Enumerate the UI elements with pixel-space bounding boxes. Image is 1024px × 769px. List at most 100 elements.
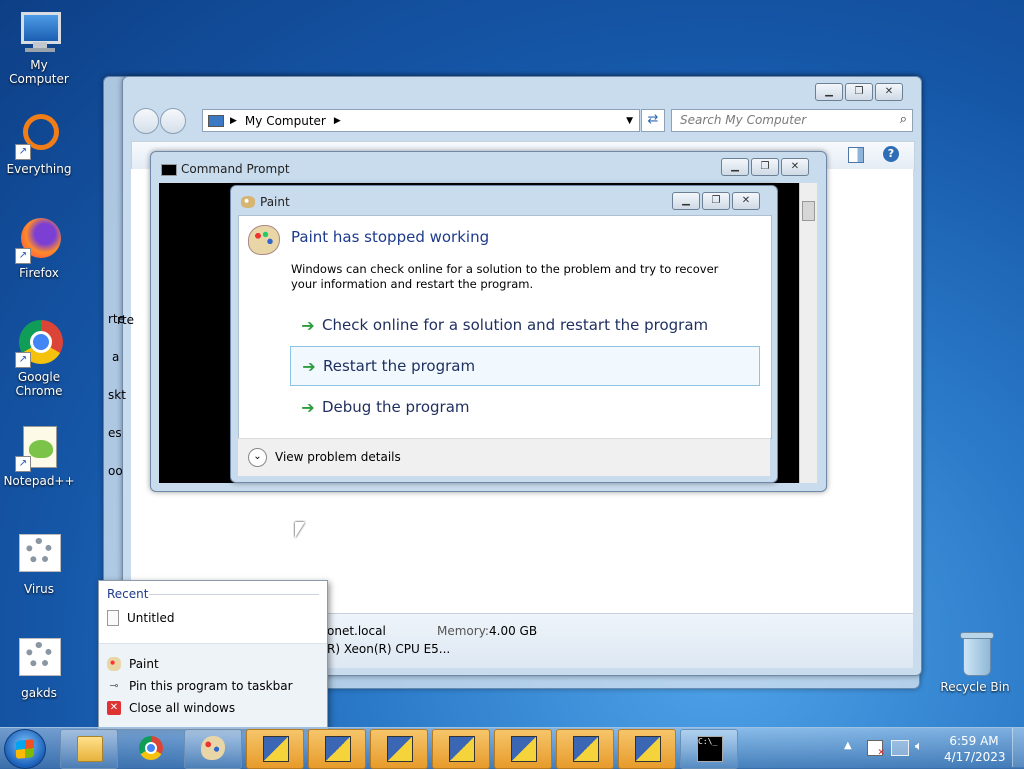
back-button[interactable]: [133, 108, 159, 134]
desktop-icon-virus[interactable]: Virus: [1, 532, 77, 596]
computer-name: onet.local: [327, 624, 386, 638]
warning-icon: [511, 736, 537, 762]
close-icon: ✕: [107, 701, 121, 715]
pin-icon: ⊸: [109, 679, 119, 692]
option-label: Restart the program: [323, 357, 476, 375]
volume-icon[interactable]: 🔈︎: [915, 739, 923, 754]
taskbar-chrome[interactable]: [122, 729, 180, 769]
warning-icon: [449, 736, 475, 762]
search-input[interactable]: Search My Computer ⌕: [671, 109, 913, 132]
option-restart[interactable]: ➔ Restart the program: [290, 346, 760, 386]
warning-icon: [573, 736, 599, 762]
option-label: Check online for a solution and restart …: [322, 316, 709, 334]
paint-icon: [241, 196, 255, 208]
shortcut-arrow-icon: ↗: [15, 352, 31, 368]
cmd-icon: [161, 164, 177, 176]
desktop-icon-firefox[interactable]: ↗ Firefox: [1, 216, 77, 280]
taskbar-error-3[interactable]: [370, 729, 428, 769]
preview-pane-icon[interactable]: [848, 147, 864, 163]
desktop-icon-recycle-bin[interactable]: Recycle Bin: [937, 630, 1013, 694]
desktop-icon-label: Firefox: [19, 266, 59, 280]
scroll-thumb[interactable]: [802, 201, 815, 221]
help-icon[interactable]: ?: [883, 146, 899, 162]
minimize-button[interactable]: ▁: [672, 192, 700, 210]
taskbar-error-5[interactable]: [494, 729, 552, 769]
maximize-button[interactable]: ❐: [702, 192, 730, 210]
desktop-icon-google-chrome[interactable]: ↗ Google Chrome: [1, 320, 77, 398]
shortcut-arrow-icon: ↗: [15, 456, 31, 472]
taskbar-error-2[interactable]: [308, 729, 366, 769]
start-button[interactable]: [4, 729, 46, 769]
network-icon[interactable]: [891, 740, 909, 756]
desktop-icon-label: Everything: [6, 162, 72, 176]
close-button[interactable]: ✕: [732, 192, 760, 210]
shortcut-arrow-icon: ↗: [15, 144, 31, 160]
divider: [149, 594, 319, 595]
taskbar-error-1[interactable]: [246, 729, 304, 769]
arrow-right-icon: ➔: [301, 315, 315, 335]
processor-info: R) Xeon(R) CPU E5...: [327, 642, 451, 656]
gear-icon: [15, 636, 63, 684]
paint-icon: [201, 736, 225, 760]
show-hidden-icons-icon[interactable]: ▲: [844, 740, 852, 751]
taskbar-error-4[interactable]: [432, 729, 490, 769]
everything-icon: ↗: [15, 112, 63, 160]
paint-icon: [107, 657, 121, 671]
task-open-paint[interactable]: Paint: [107, 654, 159, 674]
taskbar-error-6[interactable]: [556, 729, 614, 769]
address-bar[interactable]: ▶ My Computer ▶ ▼: [202, 109, 640, 132]
task-close-all-windows[interactable]: ✕ Close all windows: [107, 698, 235, 718]
chevron-down-icon[interactable]: ▼: [626, 116, 633, 126]
nav-fragment: oo: [108, 464, 123, 478]
chrome-icon: [139, 736, 163, 760]
desktop-icon-gakds[interactable]: gakds: [1, 636, 77, 700]
gear-icon: [15, 532, 63, 580]
recent-item-untitled[interactable]: Untitled: [107, 608, 174, 628]
forward-button[interactable]: [160, 108, 186, 134]
show-desktop-button[interactable]: [1012, 728, 1024, 767]
clock-time: 6:59 AM: [949, 734, 999, 748]
action-center-icon[interactable]: ✕: [867, 740, 885, 758]
expand-chevron-icon[interactable]: ⌄: [248, 448, 267, 467]
taskbar-paint[interactable]: [184, 729, 242, 769]
close-button[interactable]: ✕: [781, 158, 809, 176]
desktop-icon-my-computer[interactable]: My Computer: [1, 8, 77, 86]
minimize-button[interactable]: ▁: [815, 83, 843, 101]
desktop-icon-label: gakds: [21, 686, 57, 700]
desktop-icon-notepad-plus-plus[interactable]: ↗ Notepad++: [1, 424, 77, 488]
desktop-icon-label: Recycle Bin: [940, 680, 1010, 694]
taskbar-explorer[interactable]: [60, 729, 118, 769]
nav-fragment: skt: [108, 388, 126, 402]
warning-icon: [325, 736, 351, 762]
mouse-cursor-icon: [295, 522, 305, 538]
details-bar: ⌄ View problem details: [238, 438, 770, 476]
task-label: Pin this program to taskbar: [129, 679, 293, 693]
taskbar-error-7[interactable]: [618, 729, 676, 769]
scrollbar[interactable]: [799, 183, 817, 483]
arrow-right-icon: ➔: [302, 356, 316, 376]
maximize-button[interactable]: ❐: [845, 83, 873, 101]
recycle-bin-icon: [951, 630, 999, 678]
taskbar-command-prompt[interactable]: C:\_: [680, 729, 738, 769]
task-pin-to-taskbar[interactable]: ⊸ Pin this program to taskbar: [107, 676, 293, 696]
clock-date: 4/17/2023: [944, 750, 1006, 764]
search-icon[interactable]: ⌕: [900, 112, 907, 127]
jump-list: Recent Untitled Paint ⊸ Pin this program…: [98, 580, 328, 729]
view-details-link[interactable]: View problem details: [275, 450, 401, 464]
refresh-button[interactable]: ⇄: [641, 109, 665, 132]
close-button[interactable]: ✕: [875, 83, 903, 101]
firefox-icon: ↗: [15, 216, 63, 264]
chevron-right-icon: ▶: [230, 115, 237, 126]
memory-value: 4.00 GB: [489, 624, 538, 638]
option-check-online[interactable]: ➔ Check online for a solution and restar…: [290, 306, 758, 344]
search-placeholder: Search My Computer: [680, 113, 807, 127]
shortcut-arrow-icon: ↗: [15, 248, 31, 264]
clock[interactable]: 6:59 AM 4/17/2023: [944, 733, 1006, 765]
maximize-button[interactable]: ❐: [751, 158, 779, 176]
warning-icon: [387, 736, 413, 762]
dialog-message: Windows can check online for a solution …: [291, 262, 719, 291]
desktop-icon-everything[interactable]: ↗ Everything: [1, 112, 77, 176]
desktop-icon-label: Notepad++: [3, 474, 75, 488]
minimize-button[interactable]: ▁: [721, 158, 749, 176]
option-debug[interactable]: ➔ Debug the program: [290, 388, 758, 426]
